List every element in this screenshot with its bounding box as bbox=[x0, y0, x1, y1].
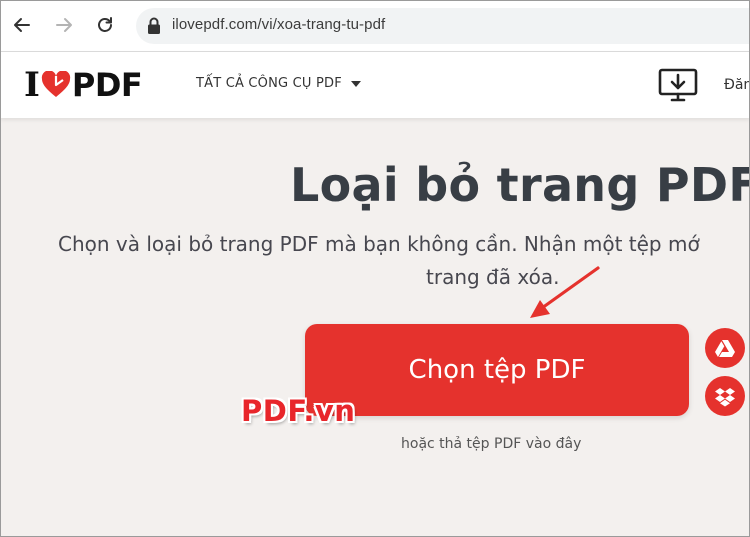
google-drive-icon bbox=[715, 340, 735, 357]
drop-hint: hoặc thả tệp PDF vào đây bbox=[401, 436, 582, 452]
select-pdf-button[interactable]: Chọn tệp PDF bbox=[305, 324, 689, 416]
ilovepdf-logo[interactable]: I PDF bbox=[24, 65, 143, 105]
url-text: ilovepdf.com/vi/xoa-trang-tu-pdf bbox=[172, 16, 386, 33]
arrow-left-icon bbox=[14, 18, 30, 32]
browser-toolbar: ilovepdf.com/vi/xoa-trang-tu-pdf bbox=[0, 0, 750, 52]
pdfvn-watermark: PDF.vn bbox=[241, 394, 356, 428]
google-drive-button[interactable] bbox=[705, 328, 745, 368]
all-tools-label: TẤT CẢ CÔNG CỤ PDF bbox=[196, 76, 342, 91]
reload-button[interactable] bbox=[92, 12, 118, 38]
dropbox-icon bbox=[715, 388, 735, 407]
arrow-right-icon bbox=[56, 18, 72, 32]
heart-icon bbox=[41, 71, 71, 97]
lock-icon bbox=[148, 17, 160, 34]
address-bar[interactable]: ilovepdf.com/vi/xoa-trang-tu-pdf bbox=[136, 8, 750, 44]
forward-button[interactable] bbox=[51, 12, 77, 38]
desktop-download-icon[interactable] bbox=[658, 67, 698, 103]
page-title: Loại bỏ trang PDF bbox=[290, 158, 750, 212]
logo-letter: I bbox=[24, 65, 40, 105]
site-header: I PDF TẤT CẢ CÔNG CỤ PDF Đăn bbox=[0, 52, 750, 118]
caret-down-icon bbox=[350, 80, 361, 87]
page-subtitle: Chọn và loại bỏ trang PDF mà bạn không c… bbox=[58, 228, 750, 294]
annotation-arrow-icon bbox=[530, 266, 600, 318]
dropbox-button[interactable] bbox=[705, 376, 745, 416]
reload-icon bbox=[98, 17, 112, 32]
subtitle-line-2: trang đã xóa. bbox=[426, 265, 560, 289]
login-link[interactable]: Đăn bbox=[724, 77, 750, 93]
subtitle-line-1: Chọn và loại bỏ trang PDF mà bạn không c… bbox=[58, 232, 700, 256]
back-button[interactable] bbox=[9, 12, 35, 38]
all-tools-menu[interactable]: TẤT CẢ CÔNG CỤ PDF bbox=[196, 76, 361, 91]
logo-text: PDF bbox=[71, 66, 143, 104]
